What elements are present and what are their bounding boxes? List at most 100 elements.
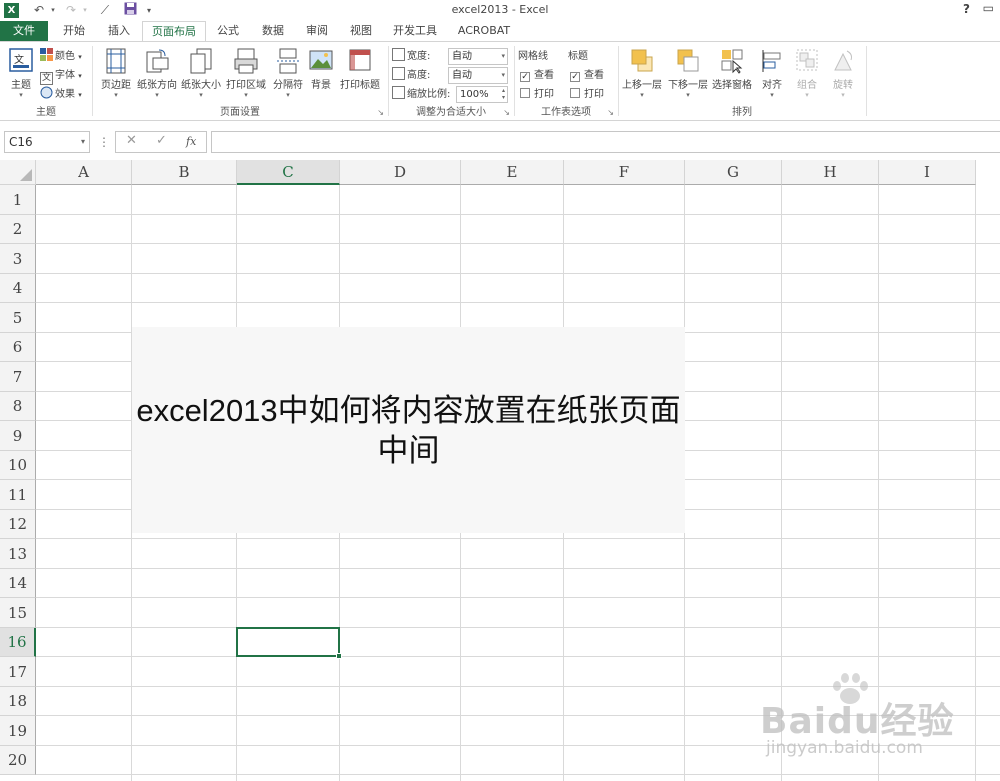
rotate-button[interactable]: 旋转 ▾: [828, 46, 858, 104]
fonts-button[interactable]: 文字体 ▾: [40, 67, 82, 85]
chevron-down-icon: ▾: [686, 91, 690, 99]
row-header-17[interactable]: 17: [0, 657, 36, 687]
column-header-h[interactable]: H: [782, 160, 879, 185]
column-header-a[interactable]: A: [36, 160, 132, 185]
checkbox-empty-icon: [570, 88, 580, 98]
row-header-18[interactable]: 18: [0, 687, 36, 716]
group-arrange: 上移一层 ▾ 下移一层 ▾ 选择窗格 对齐 ▾ 组合 ▾ 旋转 ▾ 排列: [620, 44, 864, 120]
gridline: [36, 273, 1000, 274]
height-select[interactable]: 自动 ▾: [448, 67, 508, 84]
enter-icon[interactable]: ✓: [156, 133, 167, 148]
colors-button[interactable]: 颜色 ▾: [40, 48, 82, 65]
watermark-url: jingyan.baidu.com: [766, 738, 923, 758]
column-header-g[interactable]: G: [685, 160, 782, 185]
column-header-i[interactable]: I: [879, 160, 976, 185]
group-button[interactable]: 组合 ▾: [792, 46, 822, 104]
effects-button[interactable]: 效果 ▾: [40, 86, 82, 103]
align-button[interactable]: 对齐 ▾: [758, 46, 786, 104]
column-header-d[interactable]: D: [340, 160, 461, 185]
name-box[interactable]: C16 ▾: [4, 131, 90, 153]
text-box[interactable]: excel2013中如何将内容放置在纸张页面中间: [132, 327, 685, 533]
active-cell[interactable]: [236, 627, 342, 659]
tab-view[interactable]: 视图: [340, 21, 382, 41]
restore-icon[interactable]: ▭: [983, 1, 994, 15]
row-header-3[interactable]: 3: [0, 244, 36, 274]
column-header-b[interactable]: B: [132, 160, 237, 185]
row-header-14[interactable]: 14: [0, 569, 36, 598]
cancel-icon[interactable]: ✕: [126, 133, 137, 148]
dialog-launcher-icon[interactable]: ↘: [503, 108, 510, 117]
row-header-15[interactable]: 15: [0, 598, 36, 628]
row-header-11[interactable]: 11: [0, 480, 36, 510]
width-select[interactable]: 自动 ▾: [448, 48, 508, 65]
chevron-down-icon: ▾: [501, 71, 505, 79]
group-page-setup: 页边距 ▾ 纸张方向 ▾ 纸张大小 ▾ 打印区域 ▾ 分隔符 ▾ 背景 打印标题…: [94, 44, 386, 120]
select-all-button[interactable]: [0, 160, 36, 185]
background-button[interactable]: 背景: [306, 46, 336, 104]
bring-forward-icon: [630, 48, 654, 74]
margins-button[interactable]: 页边距 ▾: [98, 46, 134, 104]
tab-page-layout[interactable]: 页面布局: [142, 21, 206, 42]
spinner-icon[interactable]: ▴ ▾: [502, 87, 505, 101]
chevron-down-icon[interactable]: ▾: [81, 132, 85, 152]
group-separator: [388, 46, 389, 116]
dialog-launcher-icon[interactable]: ↘: [607, 108, 614, 117]
chevron-down-icon: ▾: [286, 91, 290, 99]
row-header-2[interactable]: 2: [0, 215, 36, 244]
tab-data[interactable]: 数据: [252, 21, 294, 41]
chevron-down-icon: ▾: [114, 91, 118, 99]
print-titles-button[interactable]: 打印标题: [338, 46, 382, 104]
gridline: [36, 597, 1000, 598]
group-label-scale-to-fit: 调整为合适大小: [416, 107, 486, 118]
row-header-16[interactable]: 16: [0, 628, 36, 657]
scale-stepper[interactable]: 100% ▴ ▾: [456, 86, 508, 103]
row-header-19[interactable]: 19: [0, 716, 36, 746]
row-header-5[interactable]: 5: [0, 303, 36, 333]
tab-home[interactable]: 开始: [52, 21, 96, 41]
row-header-13[interactable]: 13: [0, 539, 36, 569]
headings-view-checkbox[interactable]: ✓ 查看: [570, 67, 604, 84]
column-header-c[interactable]: C: [237, 160, 340, 185]
group-themes: 文 主题 ▾ 颜色 ▾ 文字体 ▾ 效果 ▾ 主题: [2, 44, 90, 120]
tab-formulas[interactable]: 公式: [208, 21, 248, 41]
tab-review[interactable]: 审阅: [296, 21, 338, 41]
dialog-launcher-icon[interactable]: ↘: [377, 108, 384, 117]
chevron-down-icon: ▾: [19, 91, 23, 99]
resize-handle-icon[interactable]: ⋮: [98, 135, 110, 149]
colors-icon: [40, 48, 53, 61]
rotate-icon: [831, 48, 855, 74]
window-title: excel2013 - Excel: [451, 3, 549, 16]
group-label-themes: 主题: [36, 107, 56, 118]
tab-insert[interactable]: 插入: [98, 21, 140, 41]
print-area-button[interactable]: 打印区域 ▾: [224, 46, 268, 104]
orientation-icon: [145, 48, 169, 74]
themes-button[interactable]: 文 主题 ▾: [4, 46, 38, 104]
row-header-8[interactable]: 8: [0, 392, 36, 421]
tab-acrobat[interactable]: ACROBAT: [450, 21, 518, 41]
row-header-1[interactable]: 1: [0, 185, 36, 215]
row-header-4[interactable]: 4: [0, 274, 36, 303]
row-header-20[interactable]: 20: [0, 746, 36, 775]
bring-forward-button[interactable]: 上移一层 ▾: [620, 46, 664, 104]
row-header-12[interactable]: 12: [0, 510, 36, 539]
row-header-10[interactable]: 10: [0, 451, 36, 480]
headings-print-checkbox[interactable]: 打印: [570, 86, 604, 103]
column-header-f[interactable]: F: [564, 160, 685, 185]
fill-handle[interactable]: [336, 653, 342, 659]
tab-developer[interactable]: 开发工具: [386, 21, 444, 41]
selection-pane-button[interactable]: 选择窗格: [710, 46, 754, 104]
column-header-e[interactable]: E: [461, 160, 564, 185]
formula-input[interactable]: [211, 131, 1000, 153]
help-button[interactable]: ?: [963, 2, 970, 16]
tab-file[interactable]: 文件: [0, 21, 48, 41]
send-backward-button[interactable]: 下移一层 ▾: [666, 46, 710, 104]
row-header-7[interactable]: 7: [0, 362, 36, 392]
breaks-button[interactable]: 分隔符 ▾: [270, 46, 306, 104]
orientation-button[interactable]: 纸张方向 ▾: [136, 46, 178, 104]
size-button[interactable]: 纸张大小 ▾: [180, 46, 222, 104]
row-header-6[interactable]: 6: [0, 333, 36, 362]
row-header-9[interactable]: 9: [0, 421, 36, 451]
insert-function-icon[interactable]: fx: [186, 135, 196, 148]
gridlines-print-checkbox[interactable]: 打印: [520, 86, 554, 103]
gridlines-view-checkbox[interactable]: ✓ 查看: [520, 67, 554, 84]
